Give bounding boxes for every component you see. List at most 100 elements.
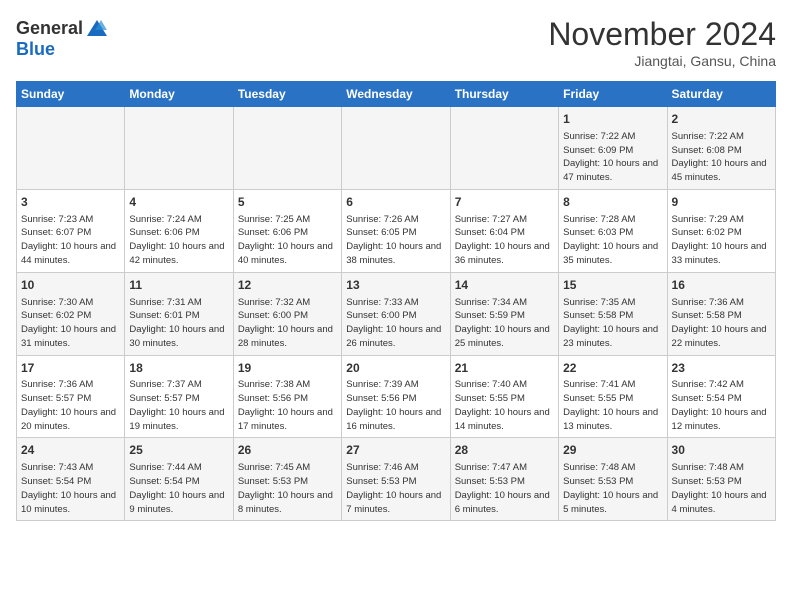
day-number: 19 (238, 360, 337, 377)
day-number: 3 (21, 194, 120, 211)
calendar-day-cell: 15Sunrise: 7:35 AMSunset: 5:58 PMDayligh… (559, 272, 667, 355)
calendar-day-cell: 28 Sunrise: 7:47 AMSunset: 5:53 PMDayligh… (450, 438, 558, 521)
calendar-day-cell: 21Sunrise: 7:40 AMSunset: 5:55 PMDayligh… (450, 355, 558, 438)
calendar-day-cell: 17Sunrise: 7:36 AMSunset: 5:57 PMDayligh… (17, 355, 125, 438)
calendar-day-cell: 3 Sunrise: 7:23 AMSunset: 6:07 PMDaylight… (17, 189, 125, 272)
day-info: Sunrise: 7:32 AMSunset: 6:00 PMDaylight:… (238, 296, 337, 351)
location-subtitle: Jiangtai, Gansu, China (548, 53, 776, 69)
logo-blue-text: Blue (16, 40, 109, 58)
day-number: 25 (129, 442, 228, 459)
days-of-week-row: SundayMondayTuesdayWednesdayThursdayFrid… (17, 82, 776, 107)
day-number: 12 (238, 277, 337, 294)
calendar-week-row: 3 Sunrise: 7:23 AMSunset: 6:07 PMDaylight… (17, 189, 776, 272)
day-info: Sunrise: 7:24 AMSunset: 6:06 PMDaylight:… (129, 213, 228, 268)
day-number: 9 (672, 194, 771, 211)
day-number: 27 (346, 442, 445, 459)
calendar-day-cell: 9 Sunrise: 7:29 AMSunset: 6:02 PMDaylight… (667, 189, 775, 272)
day-number: 28 (455, 442, 554, 459)
day-of-week-header: Monday (125, 82, 233, 107)
day-number: 10 (21, 277, 120, 294)
day-info: Sunrise: 7:34 AMSunset: 5:59 PMDaylight:… (455, 296, 554, 351)
calendar-day-cell: 10 Sunrise: 7:30 AMSunset: 6:02 PMDayligh… (17, 272, 125, 355)
day-number: 7 (455, 194, 554, 211)
day-info: Sunrise: 7:37 AMSunset: 5:57 PMDaylight:… (129, 378, 228, 433)
day-info: Sunrise: 7:28 AMSunset: 6:03 PMDaylight:… (563, 213, 662, 268)
calendar-day-cell: 29 Sunrise: 7:48 AMSunset: 5:53 PMDayligh… (559, 438, 667, 521)
day-info: Sunrise: 7:48 AMSunset: 5:53 PMDaylight:… (563, 461, 662, 516)
calendar-week-row: 10 Sunrise: 7:30 AMSunset: 6:02 PMDayligh… (17, 272, 776, 355)
page-header: General Blue November 2024 Jiangtai, Gan… (16, 16, 776, 69)
calendar-day-cell: 16Sunrise: 7:36 AMSunset: 5:58 PMDayligh… (667, 272, 775, 355)
day-number: 2 (672, 111, 771, 128)
logo-general-text: General (16, 19, 83, 37)
day-info: Sunrise: 7:44 AMSunset: 5:54 PMDaylight:… (129, 461, 228, 516)
day-info: Sunrise: 7:45 AMSunset: 5:53 PMDaylight:… (238, 461, 337, 516)
day-number: 16 (672, 277, 771, 294)
calendar-day-cell: 22Sunrise: 7:41 AMSunset: 5:55 PMDayligh… (559, 355, 667, 438)
calendar-day-cell: 23Sunrise: 7:42 AMSunset: 5:54 PMDayligh… (667, 355, 775, 438)
day-number: 20 (346, 360, 445, 377)
day-info: Sunrise: 7:26 AMSunset: 6:05 PMDaylight:… (346, 213, 445, 268)
day-of-week-header: Thursday (450, 82, 558, 107)
day-info: Sunrise: 7:46 AMSunset: 5:53 PMDaylight:… (346, 461, 445, 516)
calendar-week-row: 24 Sunrise: 7:43 AMSunset: 5:54 PMDayligh… (17, 438, 776, 521)
calendar-day-cell: 20Sunrise: 7:39 AMSunset: 5:56 PMDayligh… (342, 355, 450, 438)
calendar-day-cell: 26 Sunrise: 7:45 AMSunset: 5:53 PMDayligh… (233, 438, 341, 521)
day-info: Sunrise: 7:43 AMSunset: 5:54 PMDaylight:… (21, 461, 120, 516)
logo-icon (85, 16, 109, 40)
day-number: 13 (346, 277, 445, 294)
day-number: 21 (455, 360, 554, 377)
day-info: Sunrise: 7:22 AMSunset: 6:08 PMDaylight:… (672, 130, 771, 185)
day-number: 26 (238, 442, 337, 459)
day-number: 29 (563, 442, 662, 459)
logo: General Blue (16, 16, 109, 58)
calendar-day-cell (342, 107, 450, 190)
day-info: Sunrise: 7:35 AMSunset: 5:58 PMDaylight:… (563, 296, 662, 351)
day-info: Sunrise: 7:39 AMSunset: 5:56 PMDaylight:… (346, 378, 445, 433)
day-number: 18 (129, 360, 228, 377)
day-number: 11 (129, 277, 228, 294)
day-number: 22 (563, 360, 662, 377)
calendar-day-cell: 24 Sunrise: 7:43 AMSunset: 5:54 PMDayligh… (17, 438, 125, 521)
day-info: Sunrise: 7:47 AMSunset: 5:53 PMDaylight:… (455, 461, 554, 516)
day-info: Sunrise: 7:41 AMSunset: 5:55 PMDaylight:… (563, 378, 662, 433)
calendar-day-cell: 14Sunrise: 7:34 AMSunset: 5:59 PMDayligh… (450, 272, 558, 355)
day-info: Sunrise: 7:22 AMSunset: 6:09 PMDaylight:… (563, 130, 662, 185)
day-info: Sunrise: 7:36 AMSunset: 5:57 PMDaylight:… (21, 378, 120, 433)
calendar-day-cell: 25 Sunrise: 7:44 AMSunset: 5:54 PMDayligh… (125, 438, 233, 521)
calendar-day-cell: 18Sunrise: 7:37 AMSunset: 5:57 PMDayligh… (125, 355, 233, 438)
calendar-day-cell: 8Sunrise: 7:28 AMSunset: 6:03 PMDaylight… (559, 189, 667, 272)
title-block: November 2024 Jiangtai, Gansu, China (548, 16, 776, 69)
day-number: 30 (672, 442, 771, 459)
calendar-day-cell: 27 Sunrise: 7:46 AMSunset: 5:53 PMDayligh… (342, 438, 450, 521)
day-info: Sunrise: 7:38 AMSunset: 5:56 PMDaylight:… (238, 378, 337, 433)
day-info: Sunrise: 7:48 AMSunset: 5:53 PMDaylight:… (672, 461, 771, 516)
calendar-day-cell: 2 Sunrise: 7:22 AMSunset: 6:08 PMDaylight… (667, 107, 775, 190)
day-number: 24 (21, 442, 120, 459)
calendar-day-cell: 12 Sunrise: 7:32 AMSunset: 6:00 PMDayligh… (233, 272, 341, 355)
calendar-body: 1Sunrise: 7:22 AMSunset: 6:09 PMDaylight… (17, 107, 776, 521)
day-number: 5 (238, 194, 337, 211)
day-of-week-header: Tuesday (233, 82, 341, 107)
calendar-day-cell: 6Sunrise: 7:26 AMSunset: 6:05 PMDaylight… (342, 189, 450, 272)
day-of-week-header: Sunday (17, 82, 125, 107)
calendar-day-cell: 7 Sunrise: 7:27 AMSunset: 6:04 PMDaylight… (450, 189, 558, 272)
day-of-week-header: Saturday (667, 82, 775, 107)
calendar-day-cell: 11 Sunrise: 7:31 AMSunset: 6:01 PMDayligh… (125, 272, 233, 355)
day-info: Sunrise: 7:23 AMSunset: 6:07 PMDaylight:… (21, 213, 120, 268)
month-title: November 2024 (548, 16, 776, 53)
calendar-day-cell: 30 Sunrise: 7:48 AMSunset: 5:53 PMDayligh… (667, 438, 775, 521)
day-info: Sunrise: 7:33 AMSunset: 6:00 PMDaylight:… (346, 296, 445, 351)
calendar-week-row: 1Sunrise: 7:22 AMSunset: 6:09 PMDaylight… (17, 107, 776, 190)
day-info: Sunrise: 7:31 AMSunset: 6:01 PMDaylight:… (129, 296, 228, 351)
day-number: 17 (21, 360, 120, 377)
day-info: Sunrise: 7:29 AMSunset: 6:02 PMDaylight:… (672, 213, 771, 268)
day-info: Sunrise: 7:27 AMSunset: 6:04 PMDaylight:… (455, 213, 554, 268)
calendar-day-cell: 13 Sunrise: 7:33 AMSunset: 6:00 PMDayligh… (342, 272, 450, 355)
calendar-day-cell: 5Sunrise: 7:25 AMSunset: 6:06 PMDaylight… (233, 189, 341, 272)
calendar-week-row: 17Sunrise: 7:36 AMSunset: 5:57 PMDayligh… (17, 355, 776, 438)
calendar-table: SundayMondayTuesdayWednesdayThursdayFrid… (16, 81, 776, 521)
calendar-day-cell (17, 107, 125, 190)
day-info: Sunrise: 7:30 AMSunset: 6:02 PMDaylight:… (21, 296, 120, 351)
day-info: Sunrise: 7:40 AMSunset: 5:55 PMDaylight:… (455, 378, 554, 433)
